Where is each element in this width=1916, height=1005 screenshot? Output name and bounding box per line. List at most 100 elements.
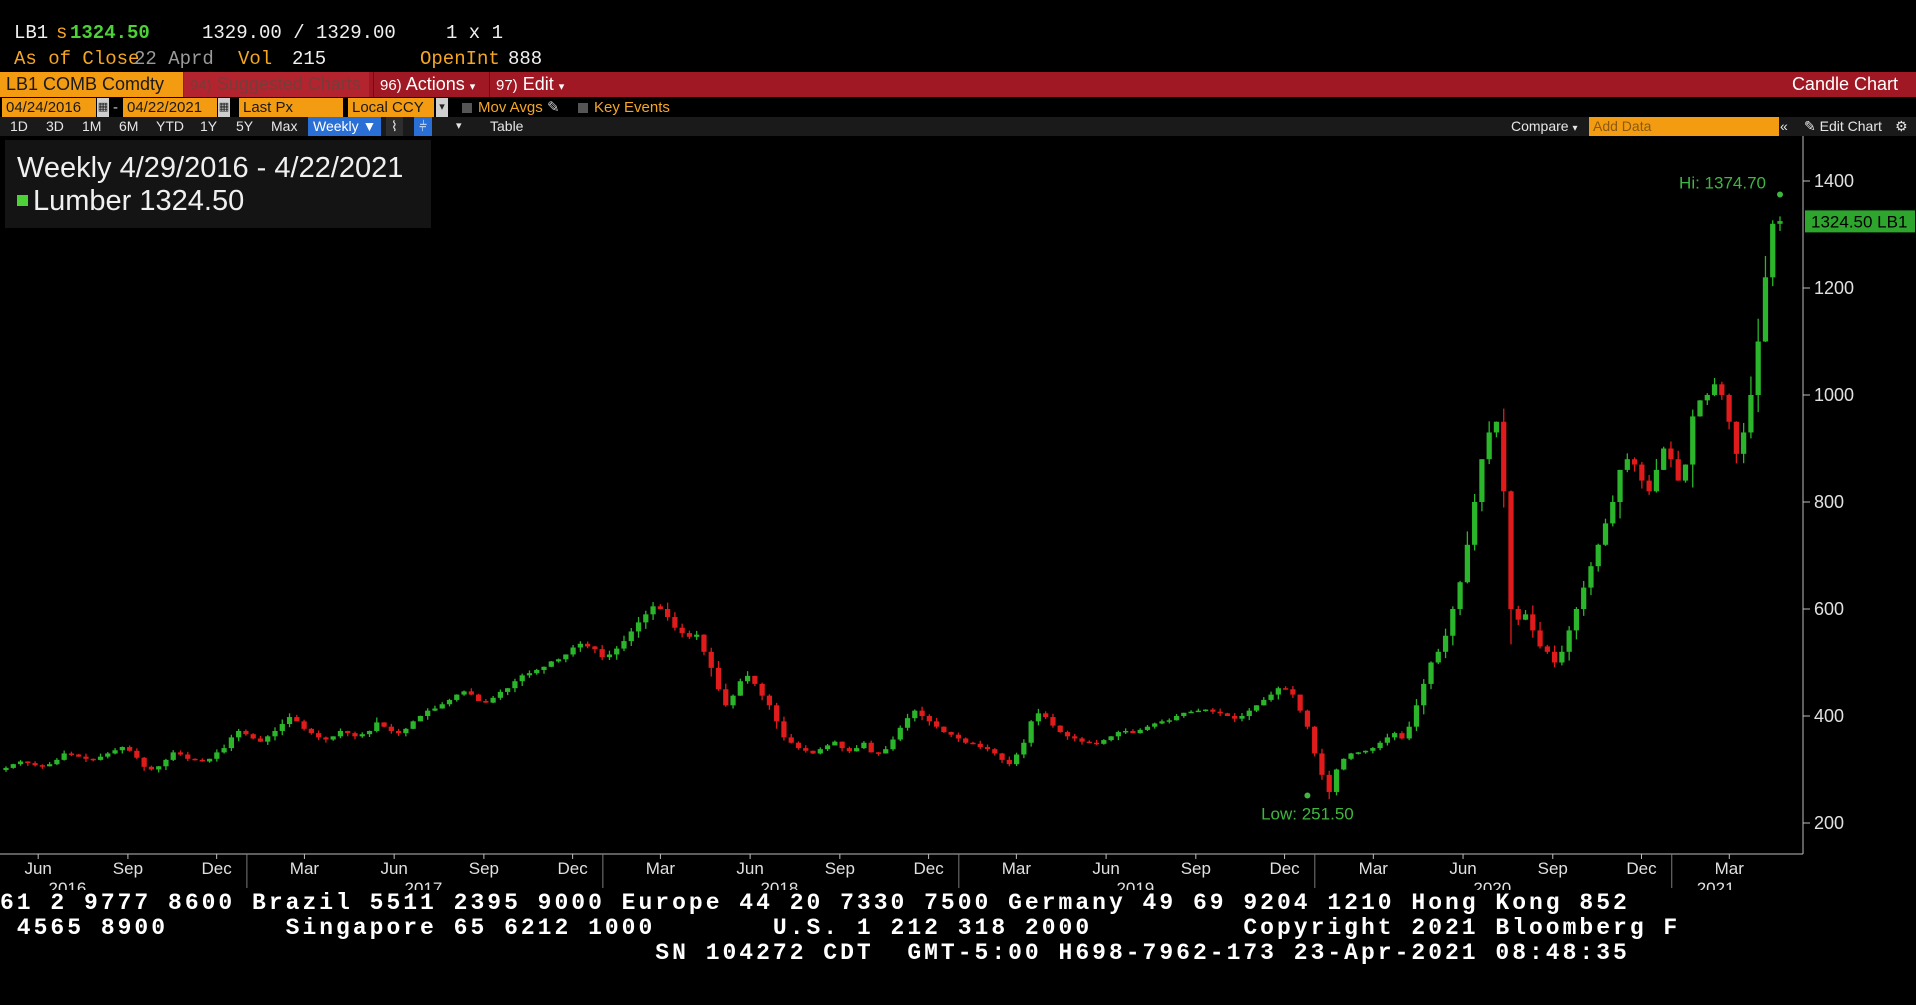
- candle-body: [170, 752, 176, 760]
- add-data-input[interactable]: Add Data: [1589, 117, 1779, 136]
- candle-body: [999, 753, 1005, 760]
- end-date-input[interactable]: 04/22/2021: [123, 98, 217, 117]
- candle-body: [846, 748, 852, 752]
- options-row: 04/24/2016 ▦ - 04/22/2021 ▦ Last Px Loca…: [0, 98, 1916, 117]
- compare-button[interactable]: Compare ▾: [1511, 117, 1578, 136]
- candle-body: [446, 699, 453, 705]
- currency-select[interactable]: Local CCY: [348, 98, 434, 117]
- candle-body: [468, 691, 474, 695]
- x-tick-label: Jun: [380, 859, 407, 878]
- candle-body: [912, 710, 918, 719]
- range-5y-button[interactable]: 5Y: [236, 117, 253, 136]
- settings-gear-icon[interactable]: ⚙: [1895, 117, 1908, 136]
- candle-body: [425, 710, 431, 716]
- candle-body: [1551, 651, 1558, 663]
- caret-down-icon: ▾: [1572, 123, 1578, 134]
- period-select[interactable]: Weekly ▼: [308, 117, 382, 136]
- candle-body: [1617, 469, 1623, 502]
- candle-body: [868, 742, 874, 753]
- candle-body: [781, 721, 787, 738]
- footer-line-1: 61 2 9777 8600 Brazil 5511 2395 9000 Eur…: [0, 890, 1630, 916]
- candle-body: [1355, 752, 1361, 754]
- candle-body: [1479, 459, 1485, 502]
- chevron-down-icon[interactable]: ▾: [436, 98, 448, 117]
- candle-body: [1377, 742, 1383, 749]
- candle-body: [512, 681, 518, 689]
- candle-body: [563, 654, 569, 660]
- candle-body: [1661, 448, 1667, 470]
- chart-legend: Weekly 4/29/2016 - 4/22/2021 Lumber 1324…: [5, 140, 431, 228]
- range-1y-button[interactable]: 1Y: [200, 117, 217, 136]
- calendar-icon[interactable]: ▦: [97, 98, 109, 117]
- candle-body: [1719, 384, 1725, 395]
- candle-body: [97, 756, 104, 760]
- candle-body: [1566, 630, 1572, 652]
- candle-body: [475, 694, 482, 702]
- candle-body: [1406, 726, 1412, 739]
- date-separator: -: [113, 99, 118, 116]
- range-ytd-button[interactable]: YTD: [156, 117, 184, 136]
- range-6m-button[interactable]: 6M: [119, 117, 138, 136]
- candle-body: [1668, 448, 1674, 460]
- edit-menu-button[interactable]: 97) Edit ▾: [489, 72, 574, 97]
- line-chart-icon[interactable]: ⌇: [386, 117, 403, 136]
- candle-body: [723, 689, 729, 706]
- security-field[interactable]: LB1 COMB Comdty: [0, 72, 183, 97]
- candle-body: [1115, 732, 1122, 737]
- range-1m-button[interactable]: 1M: [82, 117, 101, 136]
- candle-body: [963, 738, 969, 743]
- candle-body: [1457, 582, 1463, 609]
- x-year-label: 2016: [49, 879, 87, 890]
- last-price: 1324.50: [70, 22, 150, 44]
- candle-body: [1748, 395, 1754, 433]
- candle-body: [265, 736, 271, 742]
- key-events-toggle[interactable]: Key Events: [578, 98, 670, 117]
- candle-body: [1384, 737, 1391, 743]
- open-interest-label: OpenInt: [420, 48, 500, 70]
- candle-body: [1733, 421, 1739, 454]
- range-3d-button[interactable]: 3D: [46, 117, 64, 136]
- range-max-button[interactable]: Max: [271, 117, 297, 136]
- start-date-input[interactable]: 04/24/2016: [2, 98, 96, 117]
- caret-down-icon: ▾: [469, 81, 476, 93]
- candle-body: [1537, 630, 1543, 647]
- candle-body: [1123, 730, 1129, 733]
- open-interest-value: 888: [508, 48, 543, 70]
- range-1d-button[interactable]: 1D: [10, 117, 28, 136]
- chevron-down-icon[interactable]: ▾: [456, 117, 462, 136]
- candle-body: [614, 648, 620, 655]
- candle-body: [141, 757, 147, 767]
- command-bar: LB1 COMB Comdty 94) Suggested Charts 96)…: [0, 72, 1916, 97]
- candle-body: [1486, 432, 1492, 460]
- collapse-icon[interactable]: «: [1780, 117, 1788, 136]
- candle-body: [1144, 726, 1151, 730]
- candle-body: [795, 742, 802, 749]
- candle-body: [941, 726, 947, 733]
- x-tick-label: Jun: [24, 859, 51, 878]
- candle-body: [1639, 464, 1645, 481]
- candle-body: [119, 747, 125, 751]
- candle-body: [970, 742, 976, 745]
- candle-body: [1704, 395, 1710, 401]
- candle-chart-icon[interactable]: ⫩: [414, 117, 433, 136]
- candle-body: [1508, 491, 1514, 609]
- candle-body: [1610, 502, 1616, 524]
- field-select[interactable]: Last Px: [239, 98, 343, 117]
- edit-number: 97): [496, 77, 518, 94]
- candle-body: [1166, 720, 1172, 722]
- suggested-charts-button[interactable]: 94) Suggested Charts: [184, 72, 369, 97]
- checkbox-icon: [578, 103, 588, 113]
- x-tick-label: Sep: [113, 859, 143, 878]
- candle-body: [3, 767, 9, 771]
- calendar-icon[interactable]: ▦: [218, 98, 230, 117]
- actions-menu-button[interactable]: 96) Actions ▾: [373, 72, 487, 97]
- candle-body: [817, 749, 823, 754]
- table-button[interactable]: Table: [490, 117, 523, 136]
- candle-body: [403, 728, 409, 734]
- candle-body: [1624, 459, 1630, 470]
- mov-avgs-toggle[interactable]: Mov Avgs ✎: [462, 98, 560, 117]
- candle-body: [54, 759, 60, 765]
- candle-body: [1595, 544, 1601, 567]
- edit-chart-button[interactable]: ✎ Edit Chart: [1804, 117, 1882, 136]
- candle-body: [359, 734, 365, 737]
